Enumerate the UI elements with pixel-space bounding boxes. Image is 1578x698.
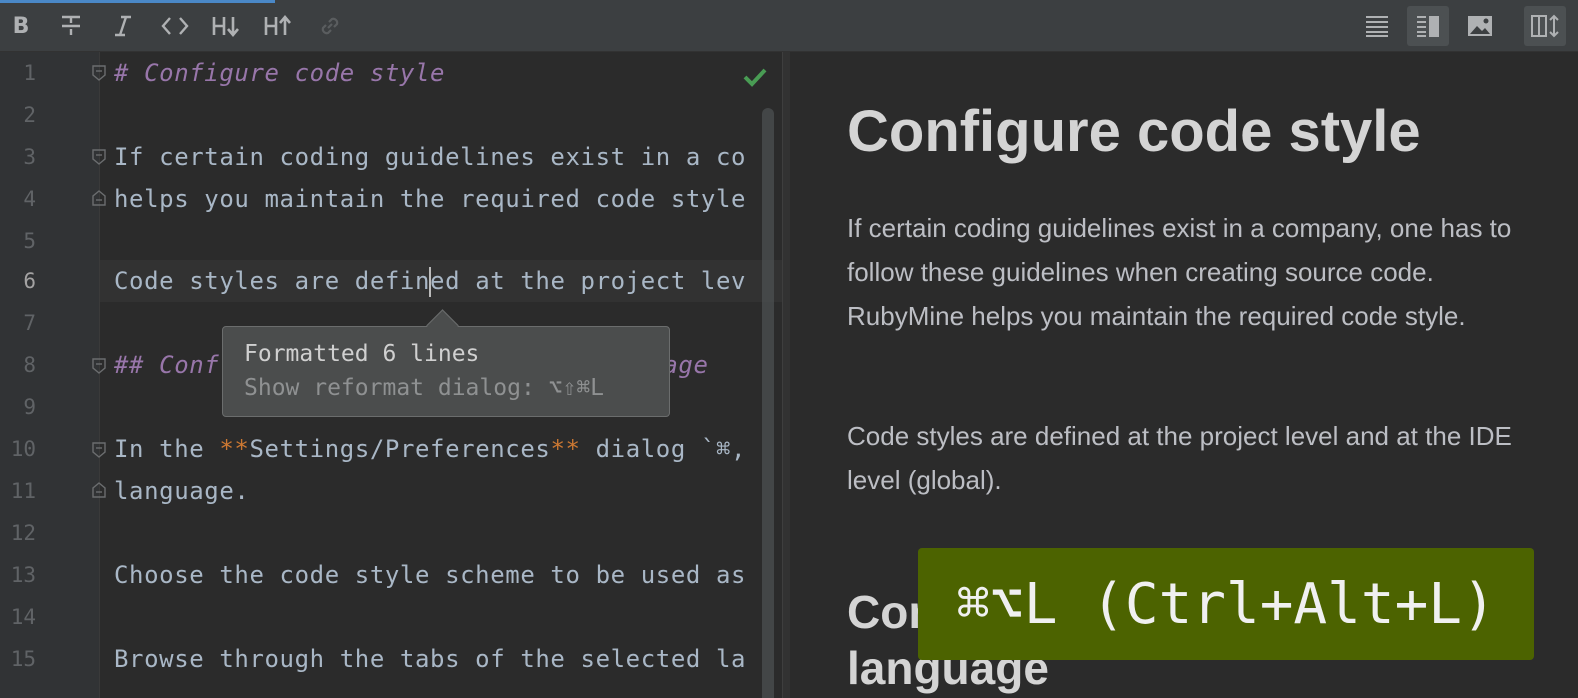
- code-text-after-caret: ed at the project lev: [430, 267, 747, 295]
- editor-only-icon: [1366, 16, 1388, 37]
- line-number-current: 6: [23, 269, 36, 293]
- preview-paragraph-2: Code styles are defined at the project l…: [847, 421, 1512, 495]
- split-view-icon: [1417, 16, 1439, 37]
- line-number: 8: [23, 353, 36, 377]
- heading-text-tail: age: [663, 351, 709, 379]
- code-text: dialog `⌘,: [580, 435, 747, 463]
- header-up-button[interactable]: [257, 6, 299, 46]
- code-line-3: If certain coding guidelines exist in a …: [114, 143, 747, 171]
- editor-scrollbar[interactable]: [762, 108, 774, 698]
- code-text: In the: [114, 435, 220, 463]
- code-line-6: Code styles are defined at the project l…: [114, 260, 746, 302]
- italic-button[interactable]: [102, 6, 144, 46]
- line-number: 14: [10, 605, 36, 629]
- reformat-dialog-link[interactable]: Show reformat dialog: ⌥⇧⌘L: [244, 375, 604, 401]
- sync-scroll-icon: [1531, 14, 1559, 38]
- code-line-10: In the **Settings/Preferences** dialog `…: [114, 428, 746, 470]
- code-line-13: Choose the code style scheme to be used …: [114, 561, 747, 589]
- format-notification-tooltip: Formatted 6 lines Show reformat dialog: …: [222, 309, 670, 417]
- preview-heading-1: Configure code style: [847, 99, 1421, 164]
- tab-accent-bar: [0, 0, 275, 3]
- line-number: 1: [23, 61, 36, 85]
- fold-marker-icon[interactable]: [92, 442, 106, 458]
- line-number: 5: [23, 229, 36, 253]
- code-icon: [161, 17, 189, 35]
- code-line-15: Browse through the tabs of the selected …: [114, 645, 747, 673]
- line-number: 11: [10, 479, 36, 503]
- preview-only-button[interactable]: [1459, 6, 1501, 46]
- fold-marker-icon[interactable]: [92, 358, 106, 374]
- bold-marker: **: [219, 435, 250, 463]
- line-number: 12: [10, 521, 36, 545]
- tooltip-title: Formatted 6 lines: [244, 341, 480, 367]
- no-problems-check-icon[interactable]: [740, 62, 770, 92]
- split-divider[interactable]: [782, 52, 790, 698]
- editor-and-preview-button[interactable]: [1407, 6, 1449, 46]
- code-line-1: # Configure code style: [114, 52, 445, 94]
- line-number: 3: [23, 145, 36, 169]
- heading-text: # Configure code style: [114, 59, 446, 87]
- line-number: 4: [23, 187, 36, 211]
- fold-end-icon[interactable]: [92, 482, 106, 498]
- heading-text: ## Conf: [114, 351, 220, 379]
- line-number: 2: [23, 103, 36, 127]
- link-button[interactable]: [309, 6, 351, 46]
- fold-marker-icon[interactable]: [92, 149, 106, 165]
- sync-scroll-button[interactable]: [1524, 6, 1566, 46]
- code-line-11: language.: [114, 477, 250, 505]
- markdown-toolbar: B: [0, 0, 1578, 52]
- header-down-icon: [212, 17, 239, 38]
- fold-marker-icon[interactable]: [92, 65, 106, 81]
- line-number: 9: [23, 395, 36, 419]
- italic-icon: [115, 15, 131, 37]
- image-preview-icon: [1468, 16, 1492, 36]
- shortcut-overlay: ⌘⌥L (Ctrl+Alt+L): [918, 548, 1534, 660]
- preview-paragraph-1: If certain coding guidelines exist in a …: [847, 213, 1512, 331]
- link-icon: [321, 17, 339, 35]
- header-up-icon: [264, 14, 291, 35]
- line-number: 13: [10, 563, 36, 587]
- line-number: 7: [23, 311, 36, 335]
- strikethrough-icon: [62, 15, 80, 35]
- bold-icon: B: [12, 13, 30, 39]
- code-text-before-caret: Code styles are defin: [114, 267, 431, 295]
- header-down-button[interactable]: [205, 6, 247, 46]
- fold-end-icon[interactable]: [92, 190, 106, 206]
- line-number: 15: [10, 647, 36, 671]
- bold-button[interactable]: B: [0, 6, 42, 46]
- bold-text: Settings/Preferences: [249, 435, 551, 463]
- code-line-4: helps you maintain the required code sty…: [114, 185, 747, 213]
- strikethrough-button[interactable]: [50, 6, 92, 46]
- editor-only-button[interactable]: [1356, 6, 1398, 46]
- code-button[interactable]: [154, 6, 196, 46]
- shortcut-text: ⌘⌥L (Ctrl+Alt+L): [956, 571, 1496, 637]
- line-number: 10: [10, 437, 36, 461]
- bold-marker: **: [550, 435, 581, 463]
